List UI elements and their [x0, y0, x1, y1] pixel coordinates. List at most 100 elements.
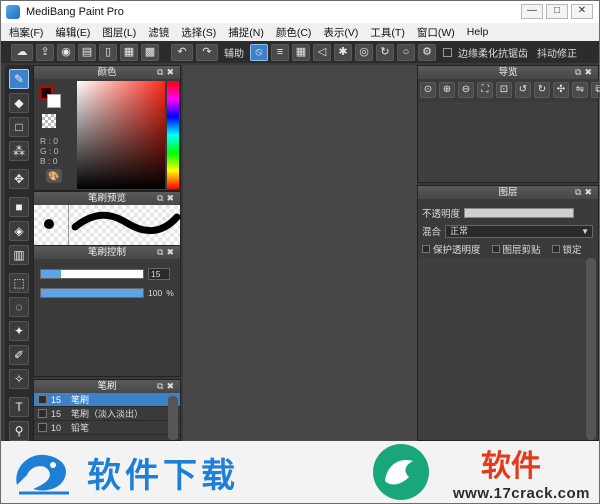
- panel-buttons[interactable]: ⧉✖: [575, 66, 595, 79]
- snap-off-icon[interactable]: ⦸: [250, 43, 268, 61]
- menu-layer[interactable]: 图层(L): [102, 25, 136, 40]
- maximize-button[interactable]: □: [546, 4, 568, 19]
- rotate-left-icon[interactable]: ↺: [515, 82, 531, 98]
- brush-color-swatch: [38, 395, 47, 404]
- canvas-area[interactable]: [183, 65, 417, 441]
- actual-size-icon[interactable]: ⊡: [496, 82, 512, 98]
- panel-buttons[interactable]: ⧉✖: [157, 192, 177, 205]
- stabilizer-label[interactable]: 抖动修正: [537, 45, 577, 60]
- gradient-tool-icon[interactable]: ▥: [9, 245, 29, 265]
- rectangle-tool-icon[interactable]: □: [9, 117, 29, 137]
- comment-icon[interactable]: ◉: [57, 43, 75, 61]
- brush-list-scrollbar[interactable]: [168, 396, 178, 440]
- select-tool-icon[interactable]: ⬚: [9, 273, 29, 293]
- fit-window-icon[interactable]: ⛶: [477, 82, 493, 98]
- parallel-snap-icon[interactable]: ≡: [271, 43, 289, 61]
- antialias-checkbox[interactable]: [443, 47, 452, 57]
- menu-snap[interactable]: 捕捉(N): [228, 25, 264, 40]
- snap-settings-icon[interactable]: ⚙: [418, 43, 436, 61]
- panel-buttons[interactable]: ⧉✖: [157, 246, 177, 259]
- rgb-readout: R : 0 G : 0 B : 0: [40, 136, 58, 166]
- menu-file[interactable]: 档案(F): [9, 25, 43, 40]
- menu-view[interactable]: 表示(V): [323, 25, 358, 40]
- blend-mode-value: 正常: [450, 225, 469, 236]
- transparent-color-swatch[interactable]: [42, 114, 56, 128]
- size-slider-row: 15: [40, 268, 170, 280]
- radial-snap-icon[interactable]: ✱: [334, 43, 352, 61]
- reset-rotation-icon[interactable]: ✣: [553, 82, 569, 98]
- menu-tools[interactable]: 工具(T): [370, 25, 404, 40]
- panel-buttons[interactable]: ⧉✖: [157, 66, 177, 79]
- lock-checkbox[interactable]: [551, 245, 560, 253]
- clipping-checkbox[interactable]: [491, 245, 500, 253]
- curve-snap-icon[interactable]: ↻: [376, 43, 394, 61]
- blend-mode-select[interactable]: 正常 ▼: [445, 224, 594, 238]
- upload-icon[interactable]: ⇪: [36, 43, 54, 61]
- eraser-tool-icon[interactable]: ◆: [9, 93, 29, 113]
- layer-copy-icon[interactable]: ⧉: [591, 82, 600, 98]
- text-tool-icon[interactable]: T: [9, 397, 29, 417]
- window-title: MediBang Paint Pro: [26, 6, 124, 18]
- rotate-right-icon[interactable]: ↻: [534, 82, 550, 98]
- opacity-slider-row: 100 %: [40, 288, 174, 298]
- background-color-swatch[interactable]: [47, 94, 61, 108]
- brush-preview-panel: 笔刷预览 ⧉✖: [33, 191, 181, 245]
- menu-color[interactable]: 颜色(C): [276, 25, 312, 40]
- minimize-button[interactable]: —: [521, 4, 543, 19]
- size-slider[interactable]: [40, 269, 144, 279]
- cloud-icon[interactable]: ☁: [11, 43, 33, 61]
- panel-buttons[interactable]: ⧉✖: [575, 186, 595, 199]
- palette-icon[interactable]: 🎨: [46, 169, 62, 183]
- layout-icon[interactable]: ▩: [141, 43, 159, 61]
- select-eraser-tool-icon[interactable]: ✧: [9, 369, 29, 389]
- brush-tool-icon[interactable]: ✎: [9, 69, 29, 89]
- size-value-box[interactable]: 15: [148, 268, 170, 280]
- move-tool-icon[interactable]: ✥: [9, 169, 29, 189]
- layer-panel-header: 图层 ⧉✖: [418, 186, 598, 199]
- cross-snap-icon[interactable]: ▦: [292, 43, 310, 61]
- main-toolbar: ☁ ⇪ ◉ ▤ ▯ ▦ ▩ ↶ ↷ 辅助 ⦸ ≡ ▦ ◁ ✱ ◎ ↻ ○ ⚙ 边…: [1, 41, 599, 63]
- eyedropper-tool-icon[interactable]: ⚲: [9, 421, 29, 441]
- red-value: R : 0: [40, 136, 58, 146]
- redo-icon[interactable]: ↷: [196, 43, 218, 61]
- opacity-slider[interactable]: [40, 288, 144, 298]
- bucket-tool-icon[interactable]: ◈: [9, 221, 29, 241]
- brush-list-item[interactable]: 15 笔刷（淡入淡出）: [34, 407, 180, 421]
- blue-value: B : 0: [40, 156, 58, 166]
- navigator-preview[interactable]: [419, 102, 597, 182]
- grid-page-icon[interactable]: ▦: [120, 43, 138, 61]
- menu-select[interactable]: 选择(S): [181, 25, 216, 40]
- brush-size: 10: [51, 422, 62, 433]
- circle-snap-icon[interactable]: ○: [397, 43, 415, 61]
- flip-horizontal-icon[interactable]: ⇋: [572, 82, 588, 98]
- vanishing-point-icon[interactable]: ◁: [313, 43, 331, 61]
- layer-list-scrollbar[interactable]: [586, 258, 596, 440]
- menu-help[interactable]: Help: [467, 26, 489, 38]
- concentric-snap-icon[interactable]: ◎: [355, 43, 373, 61]
- zoom-in-icon[interactable]: ⊕: [439, 82, 455, 98]
- dot-tool-icon[interactable]: ⁂: [9, 141, 29, 161]
- close-button[interactable]: ✕: [571, 4, 593, 19]
- select-pen-tool-icon[interactable]: ✐: [9, 345, 29, 365]
- zoom-out-icon[interactable]: ⊖: [458, 82, 474, 98]
- menu-filter[interactable]: 滤镜: [148, 25, 169, 40]
- magic-wand-tool-icon[interactable]: ✦: [9, 321, 29, 341]
- zoom-fit-icon[interactable]: ⊙: [420, 82, 436, 98]
- brush-list-item[interactable]: 15 笔刷: [34, 393, 180, 407]
- protect-alpha-checkbox[interactable]: [422, 245, 430, 253]
- saturation-value-picker[interactable]: [77, 81, 165, 189]
- menu-window[interactable]: 窗口(W): [417, 25, 455, 40]
- hue-slider[interactable]: [167, 81, 179, 189]
- fill-rect-tool-icon[interactable]: ■: [9, 197, 29, 217]
- menu-edit[interactable]: 编辑(E): [55, 25, 90, 40]
- brush-list-item[interactable]: 10 铅笔: [34, 421, 180, 435]
- panel-buttons[interactable]: ⧉✖: [157, 380, 177, 393]
- message-icon[interactable]: ▤: [78, 43, 96, 61]
- layer-opacity-slider[interactable]: [464, 208, 575, 218]
- lasso-tool-icon[interactable]: ◌: [9, 297, 29, 317]
- page-icon[interactable]: ▯: [99, 43, 117, 61]
- color-panel: 颜色 ⧉✖ R : 0 G : 0 B : 0 🎨: [33, 65, 181, 191]
- undo-icon[interactable]: ↶: [171, 43, 193, 61]
- tool-column: ✎ ◆ □ ⁂ ✥ ■ ◈ ▥ ⬚ ◌ ✦ ✐ ✧ T ⚲: [5, 65, 33, 441]
- layer-list[interactable]: [419, 258, 585, 440]
